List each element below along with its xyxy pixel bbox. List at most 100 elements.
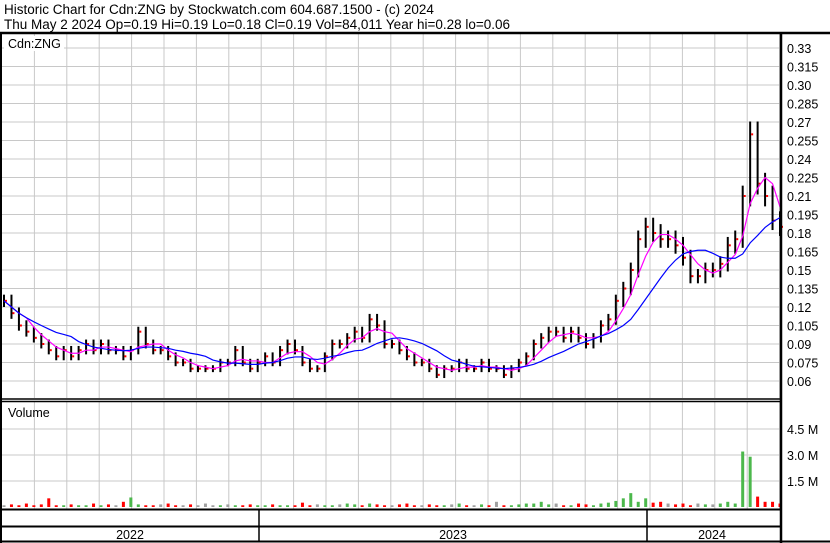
close-tick — [303, 361, 306, 364]
close-tick — [601, 324, 604, 327]
volume-bar — [569, 505, 573, 507]
close-tick — [27, 330, 30, 333]
close-tick — [691, 275, 694, 278]
close-tick — [624, 287, 627, 290]
close-tick — [34, 336, 37, 339]
volume-bar — [360, 505, 364, 507]
volume-bar — [666, 503, 670, 507]
close-tick — [482, 361, 485, 364]
volume-bar — [263, 505, 267, 507]
close-tick — [534, 343, 537, 345]
y-tick-label: 0.06 — [787, 375, 811, 389]
volume-bar — [733, 503, 737, 507]
volume-bar — [375, 504, 379, 507]
y-tick-label: 0.135 — [787, 283, 818, 297]
y-tick-label: 0.315 — [787, 61, 818, 75]
y-tick-label: 0.24 — [787, 153, 811, 167]
y-tick-label: 0.255 — [787, 135, 818, 149]
volume-bar — [151, 505, 155, 507]
close-tick — [676, 244, 679, 247]
volume-bar — [54, 505, 58, 507]
volume-bar — [718, 503, 722, 507]
close-tick — [504, 373, 507, 376]
close-tick — [572, 330, 575, 333]
volume-bar — [114, 505, 118, 507]
volume-bar — [47, 498, 51, 507]
volume-bar — [554, 503, 558, 507]
volume-bar — [293, 505, 297, 507]
volume-bar — [256, 505, 260, 507]
volume-bar — [300, 502, 304, 507]
chart-title: Historic Chart for Cdn:ZNG by Stockwatch… — [4, 2, 434, 17]
volume-bar — [457, 503, 461, 507]
volume-bar — [129, 497, 133, 507]
close-tick — [385, 343, 388, 345]
volume-bar — [703, 504, 707, 507]
close-tick — [400, 349, 403, 352]
volume-bar — [651, 502, 655, 507]
volume-bar — [271, 504, 275, 507]
volume-bar — [308, 505, 312, 507]
volume-bar — [323, 505, 327, 507]
y-tick-label: 0.285 — [787, 98, 818, 112]
close-tick — [79, 349, 82, 352]
close-tick — [154, 349, 157, 352]
close-tick — [12, 312, 15, 315]
close-tick — [266, 355, 269, 358]
close-tick — [393, 343, 395, 345]
volume-bar — [338, 504, 342, 507]
volume-bar — [218, 505, 222, 507]
volume-bar — [92, 503, 96, 507]
close-tick — [72, 355, 75, 358]
close-tick — [430, 367, 433, 370]
volume-bar — [688, 505, 692, 507]
volume-bar — [681, 503, 685, 507]
close-tick — [333, 343, 336, 345]
volume-bar — [711, 504, 715, 507]
volume-bar — [174, 505, 178, 507]
close-tick — [199, 367, 201, 370]
volume-bars — [2, 451, 782, 507]
close-tick — [161, 349, 164, 352]
volume-bar — [106, 504, 110, 507]
y-tick-label: 0.15 — [787, 264, 811, 278]
close-tick — [102, 343, 104, 345]
grid — [2, 34, 781, 509]
volume-bar — [24, 503, 28, 507]
volume-bar — [636, 501, 640, 507]
close-tick — [639, 238, 642, 241]
volume-bar — [405, 503, 409, 507]
volume-bar — [517, 504, 521, 507]
close-tick — [415, 361, 418, 364]
x-year-label: 2024 — [698, 528, 726, 542]
volume-bar — [539, 501, 543, 507]
volume-bar — [121, 501, 125, 507]
volume-bar — [412, 505, 416, 507]
volume-bar — [741, 451, 745, 507]
volume-panel-label: Volume — [8, 406, 50, 420]
volume-bar — [189, 504, 193, 507]
volume-bar — [233, 505, 237, 507]
close-tick — [191, 367, 194, 370]
volume-bar — [144, 505, 148, 507]
close-tick — [743, 195, 746, 197]
volume-bar — [644, 498, 648, 507]
volume-bar — [278, 505, 282, 507]
volume-bar — [763, 501, 767, 507]
volume-bar — [286, 505, 290, 507]
volume-bar — [211, 505, 215, 507]
close-tick — [728, 244, 731, 247]
y-tick-label: 0.105 — [787, 320, 818, 334]
volume-bar — [203, 503, 207, 507]
volume-bar — [748, 456, 752, 507]
volume-bar — [494, 501, 498, 507]
close-tick — [579, 336, 582, 339]
volume-bar — [166, 503, 170, 507]
y-tick-label: 0.27 — [787, 116, 811, 130]
axis-ticks: 0.33 0.315 0.30 0.285 0.27 0.255 0.24 0.225 0.21… — [116, 42, 818, 542]
volume-bar — [77, 505, 81, 507]
volume-tick-label: 1.5 M — [787, 475, 818, 489]
close-tick — [587, 343, 589, 345]
close-tick — [422, 361, 425, 364]
close-tick — [42, 343, 45, 345]
